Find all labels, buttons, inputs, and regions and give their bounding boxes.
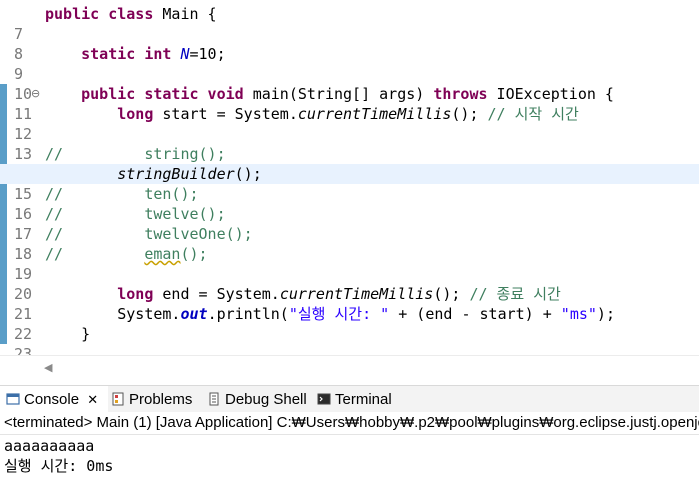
keyword: long xyxy=(117,105,154,123)
code-text: System. xyxy=(117,305,181,323)
string-literal: "실행 시간: " xyxy=(288,305,390,323)
comment: // ten(); xyxy=(45,185,199,203)
code-line-11[interactable]: 11 ⊖ public static void main(String[] ar… xyxy=(0,84,699,123)
tab-console[interactable]: Console ✕ xyxy=(0,386,108,413)
tab-problems[interactable]: Problems xyxy=(111,386,192,413)
warning-underline: eman xyxy=(144,245,181,263)
console-icon xyxy=(6,393,20,405)
code-line-15-current[interactable]: 15 stringBuilder(); xyxy=(0,164,699,203)
code-line-21[interactable]: 21 long end = System.currentTimeMillis()… xyxy=(0,284,699,323)
fold-collapse-icon[interactable]: ⊖ xyxy=(31,84,41,104)
code-line-22[interactable]: 22 System.out.println("실행 시간: " + (end -… xyxy=(0,304,699,343)
comment: // xyxy=(45,245,145,263)
code-line-19[interactable]: 19 // eman(); xyxy=(0,244,699,283)
keyword: throws xyxy=(433,85,488,103)
code-line-20[interactable]: 20 xyxy=(0,264,699,303)
code-line-23[interactable]: 23 } xyxy=(0,324,699,355)
code-text: end = System. xyxy=(153,285,280,303)
string-literal: "ms" xyxy=(560,305,597,323)
terminal-icon xyxy=(317,393,331,405)
code-line-14[interactable]: 14 // string(); xyxy=(0,144,699,183)
comment: (); xyxy=(180,245,208,263)
code-editor[interactable]: 7 public class Main { 8 9 static int N=1… xyxy=(0,0,699,355)
code-line-7[interactable]: 7 public class Main { xyxy=(0,4,699,43)
comment: // string(); xyxy=(45,145,226,163)
comment: // twelveOne(); xyxy=(45,225,253,243)
code-line-18[interactable]: 18 // twelveOne(); xyxy=(0,224,699,263)
code-text: (); xyxy=(234,165,262,183)
tab-terminal[interactable]: Terminal xyxy=(317,386,392,413)
code-line-12[interactable]: 12 long start = System.currentTimeMillis… xyxy=(0,104,699,143)
close-icon[interactable]: ✕ xyxy=(87,393,98,408)
code-text: } xyxy=(81,325,91,343)
scroll-left-icon[interactable]: ◀ xyxy=(44,361,52,374)
code-text: (); xyxy=(433,285,470,303)
comment: // 종료 시간 xyxy=(469,285,561,303)
code-text: start = System. xyxy=(153,105,298,123)
comment: // twelve(); xyxy=(45,205,226,223)
code-text: =10; xyxy=(189,45,226,63)
method-call: currentTimeMillis xyxy=(297,105,452,123)
code-text: Main { xyxy=(153,5,217,23)
console-output[interactable]: aaaaaaaaaa 실행 시간: 0ms xyxy=(0,436,699,483)
keyword: long xyxy=(117,285,154,303)
keyword: static int xyxy=(81,45,172,63)
field-name: N xyxy=(180,45,190,63)
code-text: (); xyxy=(451,105,488,123)
code-text: ); xyxy=(596,305,615,323)
keyword: public static void xyxy=(81,85,244,103)
code-line-13[interactable]: 13 xyxy=(0,124,699,163)
console-tab-bar: Console ✕ Problems Debug Shell Terminal xyxy=(0,385,699,413)
field-name: out xyxy=(180,305,208,323)
code-line-24[interactable]: 24 xyxy=(0,344,699,355)
code-text: .println( xyxy=(207,305,289,323)
tab-label: Console xyxy=(24,391,80,408)
horizontal-scrollbar[interactable]: ◀ xyxy=(0,355,699,378)
code-line-10[interactable]: 10 xyxy=(0,64,699,103)
code-text: + (end - start) + xyxy=(389,305,561,323)
tab-label: Problems xyxy=(129,391,193,408)
tab-label: Debug Shell xyxy=(225,391,307,408)
method-call: currentTimeMillis xyxy=(279,285,434,303)
code-line-8[interactable]: 8 xyxy=(0,24,699,63)
tab-debug-shell[interactable]: Debug Shell xyxy=(207,386,307,413)
code-line-16[interactable]: 16 // ten(); xyxy=(0,184,699,223)
console-output-line: 실행 시간: 0ms xyxy=(4,457,114,475)
tab-label: Terminal xyxy=(335,391,392,408)
keyword: public class xyxy=(45,5,154,23)
comment: // 시작 시간 xyxy=(487,105,579,123)
method-call: stringBuilder xyxy=(117,165,235,183)
code-line-17[interactable]: 17 // twelve(); xyxy=(0,204,699,243)
code-text: main(String[] args) xyxy=(243,85,434,103)
code-text: IOException { xyxy=(487,85,614,103)
code-line-9[interactable]: 9 static int N=10; xyxy=(0,44,699,83)
console-output-line: aaaaaaaaaa xyxy=(4,437,95,455)
debug-shell-icon xyxy=(209,392,219,406)
problems-icon xyxy=(112,392,124,406)
console-process-status: <terminated> Main (1) [Java Application]… xyxy=(0,412,699,435)
